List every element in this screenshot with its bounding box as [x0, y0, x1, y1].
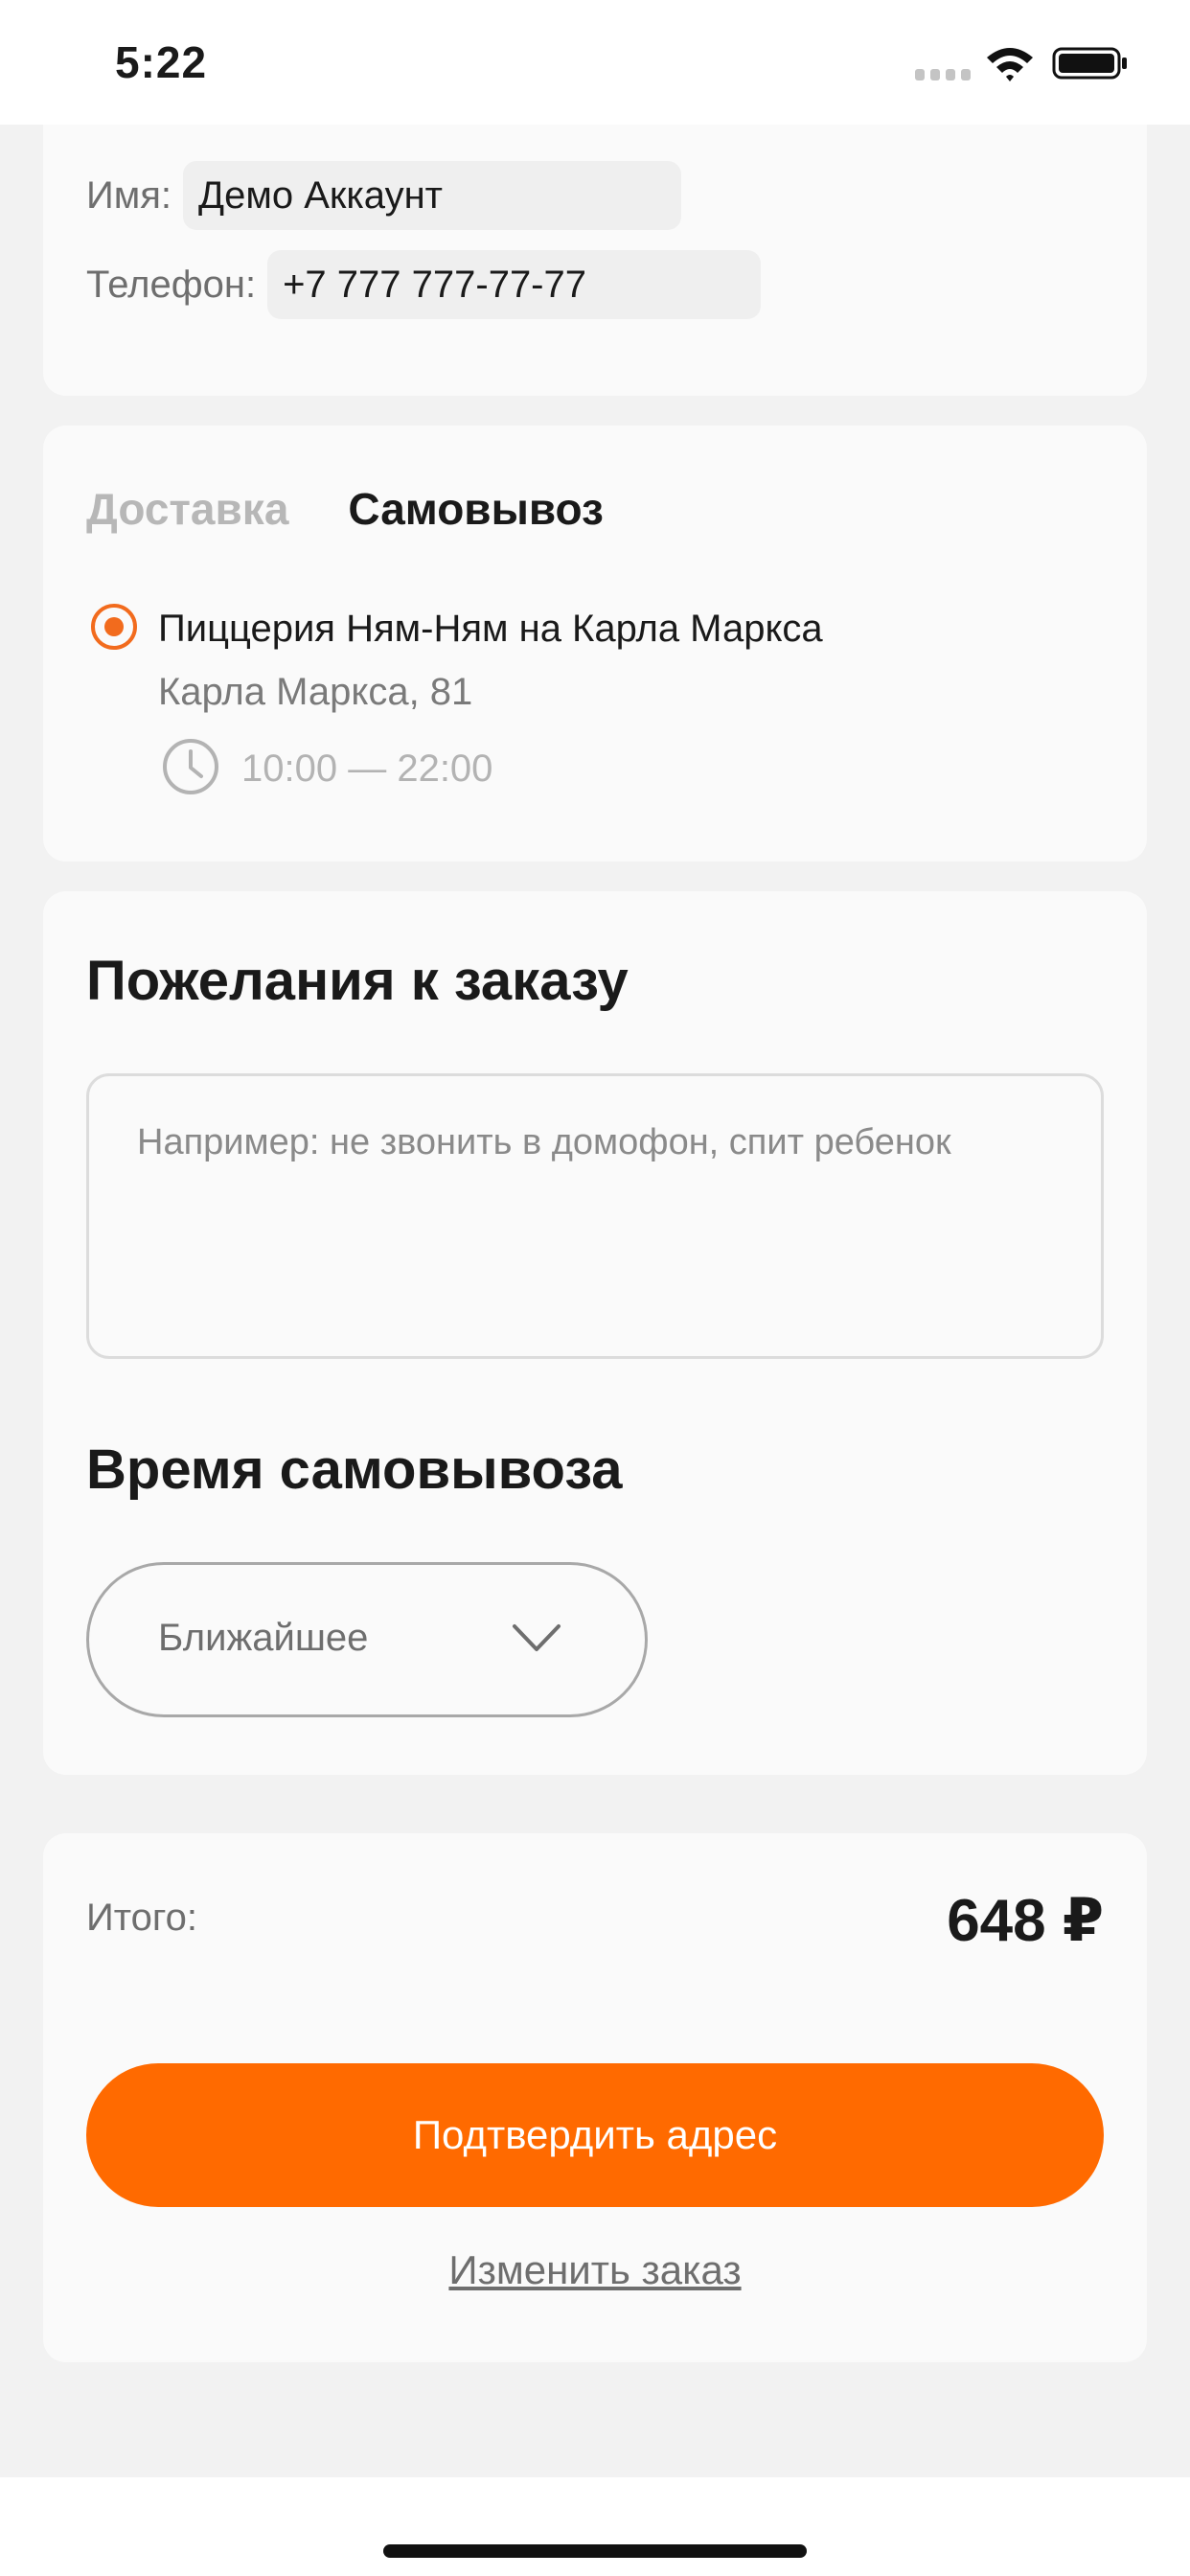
order-wishes-card: Пожелания к заказу Время самовывоза Ближ… — [43, 891, 1147, 1775]
pickup-time-title: Время самовывоза — [86, 1438, 623, 1501]
delivery-tabs: Доставка Самовывоз — [86, 483, 663, 535]
phone-field[interactable]: +7 777 777-77-77 — [267, 250, 762, 319]
pickup-point-address: Карла Маркса, 81 — [158, 671, 473, 713]
name-label: Имя: — [86, 173, 172, 217]
status-time: 5:22 — [115, 37, 208, 87]
contacts-card: Имя: Демо Аккаунт Телефон: +7 777 777-77… — [43, 125, 1147, 396]
tab-pickup[interactable]: Самовывоз — [348, 483, 603, 535]
wishes-title: Пожелания к заказу — [86, 950, 629, 1012]
clock-icon — [163, 739, 218, 794]
phone-label: Телефон: — [86, 263, 257, 306]
wishes-input[interactable] — [86, 1073, 1104, 1359]
pickup-point-radio[interactable] — [91, 604, 137, 650]
tab-delivery[interactable]: Доставка — [86, 483, 288, 535]
name-row: Имя: Демо Аккаунт — [86, 161, 682, 230]
status-bar: 5:22 — [0, 0, 1190, 125]
pickup-point-name[interactable]: Пиццерия Ням-Ням на Карла Маркса — [158, 608, 823, 651]
order-total-card: Итого: 648 ₽ Подтвердить адрес Изменить … — [43, 1833, 1147, 2362]
total-value: 648 ₽ — [947, 1888, 1104, 1954]
phone-row: Телефон: +7 777 777-77-77 — [86, 250, 762, 319]
cellular-signal-icon — [915, 69, 971, 82]
change-order-link[interactable]: Изменить заказ — [43, 2247, 1147, 2293]
battery-icon — [1052, 47, 1127, 80]
home-indicator[interactable] — [383, 2544, 807, 2558]
pickup-time-select[interactable]: Ближайшее — [86, 1562, 648, 1717]
total-label: Итого: — [86, 1897, 197, 1939]
name-field[interactable]: Демо Аккаунт — [183, 161, 682, 230]
wifi-icon — [987, 48, 1033, 81]
home-indicator-area — [0, 2477, 1190, 2576]
delivery-method-card: Доставка Самовывоз Пиццерия Ням-Ням на К… — [43, 426, 1147, 862]
pickup-time-value: Ближайшее — [158, 1617, 369, 1659]
pickup-point-hours: 10:00 — 22:00 — [241, 748, 493, 790]
confirm-address-button[interactable]: Подтвердить адрес — [86, 2063, 1104, 2207]
chevron-down-icon — [513, 1624, 561, 1651]
